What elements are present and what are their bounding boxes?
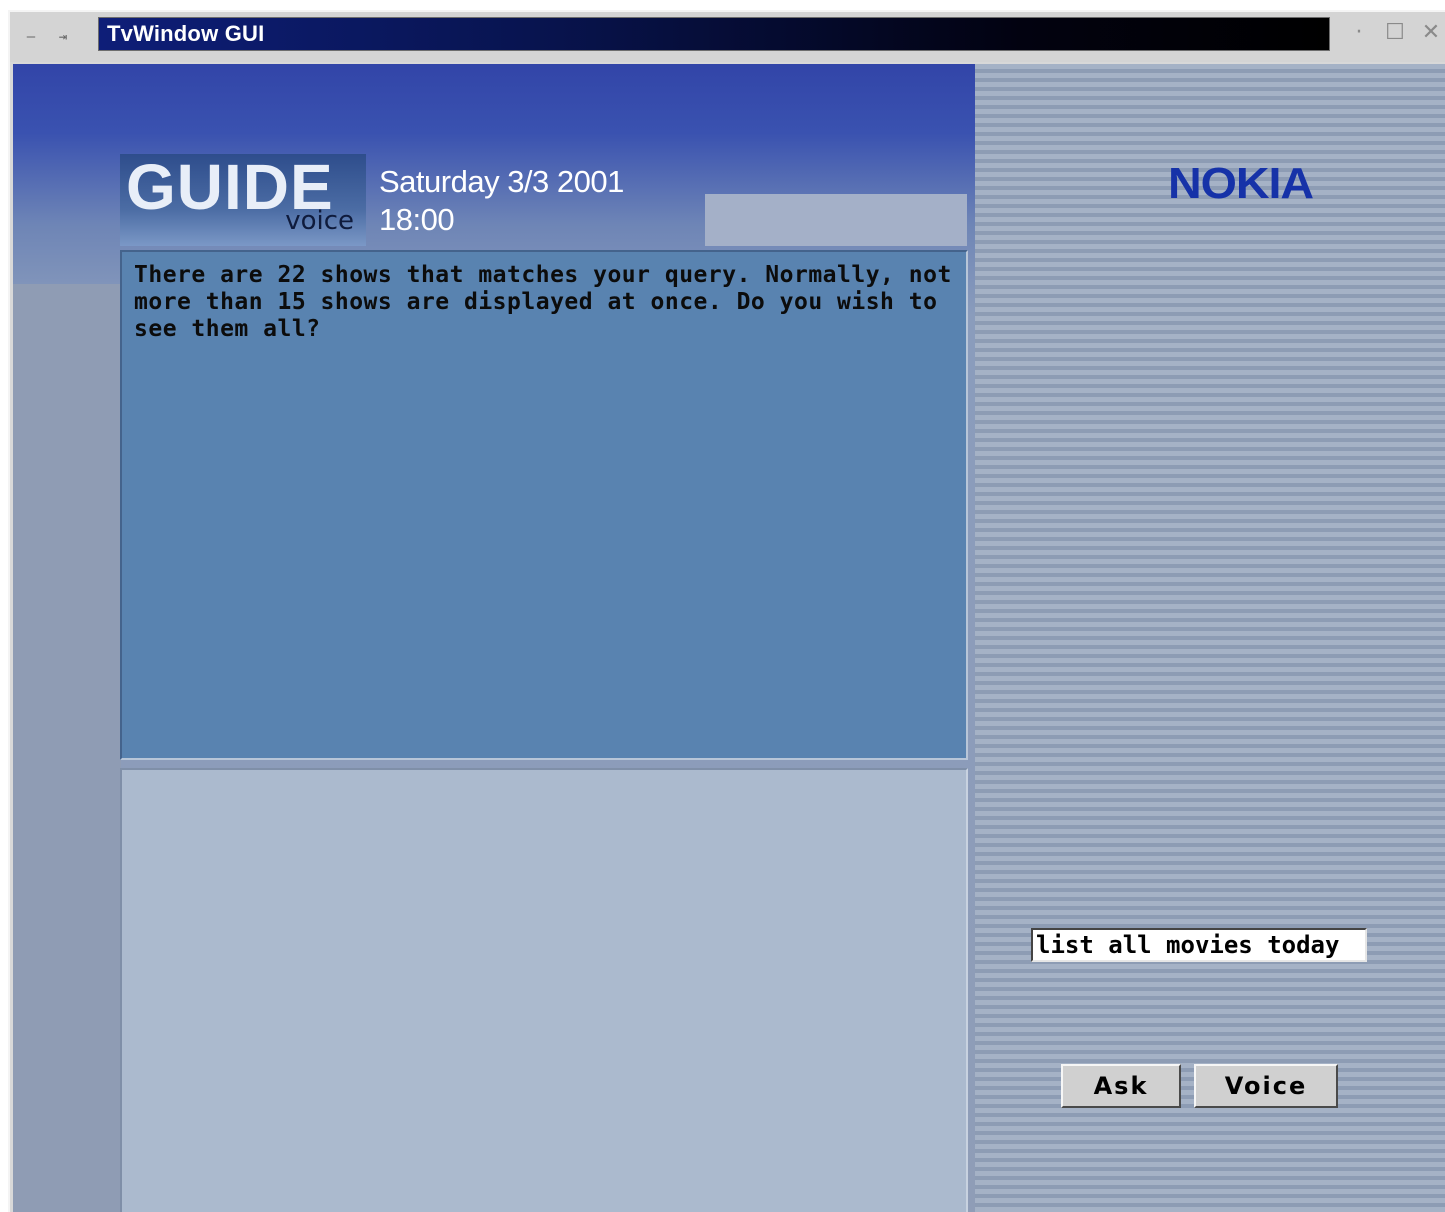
ask-button[interactable]: Ask — [1061, 1064, 1181, 1108]
menu-dot-icon[interactable]: · — [1343, 18, 1375, 48]
voice-button[interactable]: Voice — [1194, 1064, 1338, 1108]
minimize-icon[interactable]: — — [18, 26, 44, 48]
current-date: Saturday 3/3 2001 — [379, 164, 624, 199]
header-info-box — [705, 194, 967, 246]
left-margin-strip — [13, 284, 121, 1212]
guide-panel: GUIDE voice Saturday 3/3 2001 18:00 Ther… — [13, 64, 975, 1212]
results-panel — [120, 768, 968, 1212]
title-strip: TvWindow GUI — [98, 17, 1330, 51]
title-bar[interactable]: — ⇥ TvWindow GUI · ☐ ✕ — [10, 12, 1445, 62]
guide-logo: GUIDE voice — [120, 151, 366, 246]
maximize-icon[interactable]: ☐ — [1379, 18, 1411, 48]
current-time: 18:00 — [379, 202, 455, 237]
guide-logo-subtitle: voice — [285, 206, 354, 236]
system-message: There are 22 shows that matches your que… — [134, 262, 952, 342]
title-bar-left-controls: — ⇥ — [18, 24, 76, 50]
nokia-logo: NOKIA — [1168, 159, 1314, 208]
pin-icon[interactable]: ⇥ — [50, 26, 76, 48]
tv-window: — ⇥ TvWindow GUI · ☐ ✕ GUIDE voice Satur… — [8, 10, 1445, 1212]
control-panel — [975, 64, 1445, 1212]
title-bar-right-controls: · ☐ ✕ — [1343, 18, 1445, 48]
client-area: GUIDE voice Saturday 3/3 2001 18:00 Ther… — [13, 64, 1445, 1212]
window-title: TvWindow GUI — [107, 21, 265, 46]
close-icon[interactable]: ✕ — [1415, 18, 1445, 48]
query-input[interactable] — [1031, 928, 1367, 962]
message-panel: There are 22 shows that matches your que… — [120, 250, 968, 760]
